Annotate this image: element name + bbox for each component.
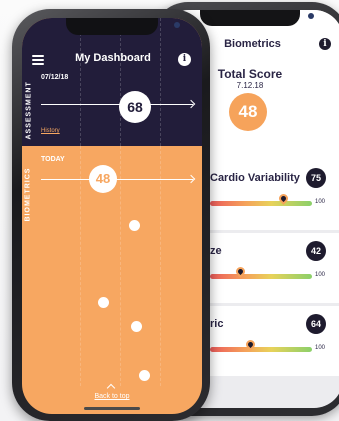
biometrics-timeline xyxy=(41,179,193,180)
arrow-right-icon xyxy=(186,99,196,109)
biometrics-score-circle[interactable]: 48 xyxy=(89,165,117,193)
timeline-dot[interactable] xyxy=(139,370,150,381)
total-score-date: 7.12.18 xyxy=(236,81,264,90)
today-label: TODAY xyxy=(41,156,65,163)
metric-score-badge: 42 xyxy=(306,241,326,261)
metric-max-label: 100 xyxy=(315,345,326,351)
timeline-dot[interactable] xyxy=(98,297,109,308)
assessment-panel: My Dashboard i ASSESSMENT 07/12/18 68 Hi… xyxy=(22,18,202,146)
assessment-score-circle[interactable]: 68 xyxy=(119,91,151,123)
grid-line xyxy=(80,18,81,146)
biometrics-section-label: BIOMETRICS xyxy=(24,167,32,222)
metric-name: Cardio Variability xyxy=(210,172,300,184)
metric-max-label: 100 xyxy=(315,272,326,278)
dashboard-title: My Dashboard xyxy=(75,52,151,64)
front-phone-notch xyxy=(66,18,180,35)
metric-max-label: 100 xyxy=(315,199,326,205)
metric-gradient-bar xyxy=(210,347,312,352)
assessment-date: 07/12/18 xyxy=(41,74,69,81)
camera-icon xyxy=(174,22,180,28)
hamburger-menu-icon[interactable] xyxy=(32,55,44,65)
metric-name: ze xyxy=(210,245,222,257)
history-link[interactable]: History xyxy=(41,128,60,134)
metric-name: ric xyxy=(210,318,224,330)
chevron-up-icon[interactable] xyxy=(106,383,116,393)
arrow-right-icon xyxy=(186,174,196,184)
metric-gradient-bar xyxy=(210,201,312,206)
grid-line xyxy=(160,146,161,386)
info-icon[interactable]: i xyxy=(178,53,191,66)
home-indicator xyxy=(84,407,140,410)
info-icon[interactable]: i xyxy=(319,38,331,50)
total-score-label: Total Score xyxy=(217,67,283,81)
camera-icon xyxy=(308,13,314,19)
grid-line xyxy=(80,146,81,386)
assessment-section-label: ASSESSMENT xyxy=(25,81,33,140)
timeline-dot[interactable] xyxy=(131,321,142,332)
grid-line xyxy=(120,18,121,146)
timeline-dot[interactable] xyxy=(129,220,140,231)
biometrics-title: Biometrics xyxy=(224,38,281,50)
back-phone-notch xyxy=(200,10,314,26)
dashboard-screen: My Dashboard i ASSESSMENT 07/12/18 68 Hi… xyxy=(22,18,202,414)
grid-line xyxy=(160,18,161,146)
assessment-timeline xyxy=(41,104,193,105)
back-to-top-link[interactable]: Back to top xyxy=(72,393,152,400)
metric-score-badge: 75 xyxy=(306,168,326,188)
metric-gradient-bar xyxy=(210,274,312,279)
total-score-circle: 48 xyxy=(229,93,267,131)
grid-line xyxy=(120,146,121,386)
metric-score-badge: 64 xyxy=(306,314,326,334)
